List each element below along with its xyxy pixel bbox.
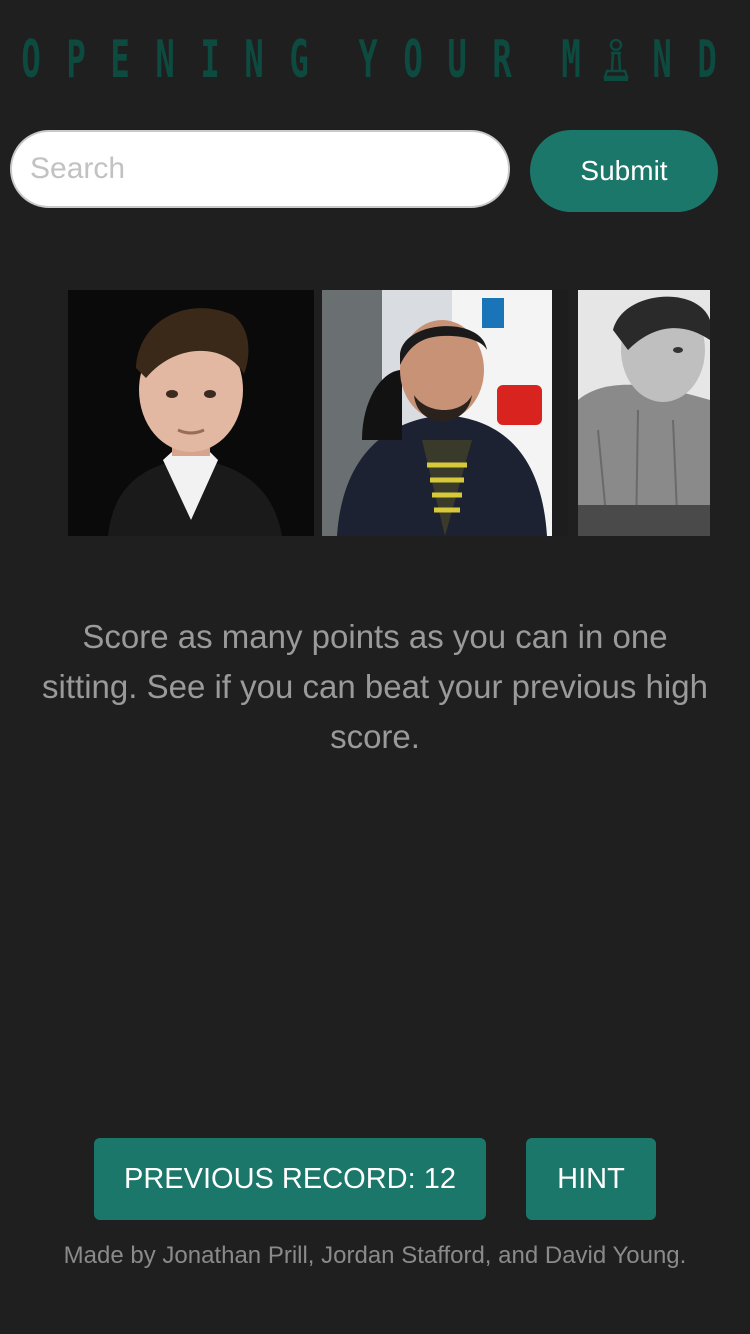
title-letter: Y (358, 30, 378, 90)
title-letter: R (492, 30, 512, 90)
title-letter: N (244, 30, 264, 90)
hint-button[interactable]: HINT (526, 1138, 656, 1220)
title-letter: N (155, 30, 175, 90)
title-letter: P (65, 30, 86, 90)
title-letter: O (21, 30, 41, 90)
title-letter: U (447, 30, 467, 90)
game-description: Score as many points as you can in one s… (42, 618, 708, 755)
chess-pawn-icon (601, 37, 631, 83)
search-input[interactable] (10, 130, 510, 208)
credits-footer: Made by Jonathan Prill, Jordan Stafford,… (63, 1242, 687, 1269)
player-photo-2 (322, 290, 568, 536)
player-photo-1 (68, 290, 314, 536)
title-letter: N (652, 30, 673, 90)
app-title: O P E N I N G Y O U R M N D (0, 30, 750, 90)
previous-record-button[interactable]: PREVIOUS RECORD: 12 (94, 1138, 486, 1220)
title-letter: I (199, 30, 220, 90)
player-photo-3 (578, 290, 710, 536)
title-letter: D (697, 30, 717, 90)
title-letter: M (561, 30, 581, 90)
submit-button[interactable]: Submit (530, 130, 718, 212)
title-letter: O (402, 30, 423, 90)
title-letter: E (110, 30, 130, 90)
title-letter: G (289, 30, 309, 90)
